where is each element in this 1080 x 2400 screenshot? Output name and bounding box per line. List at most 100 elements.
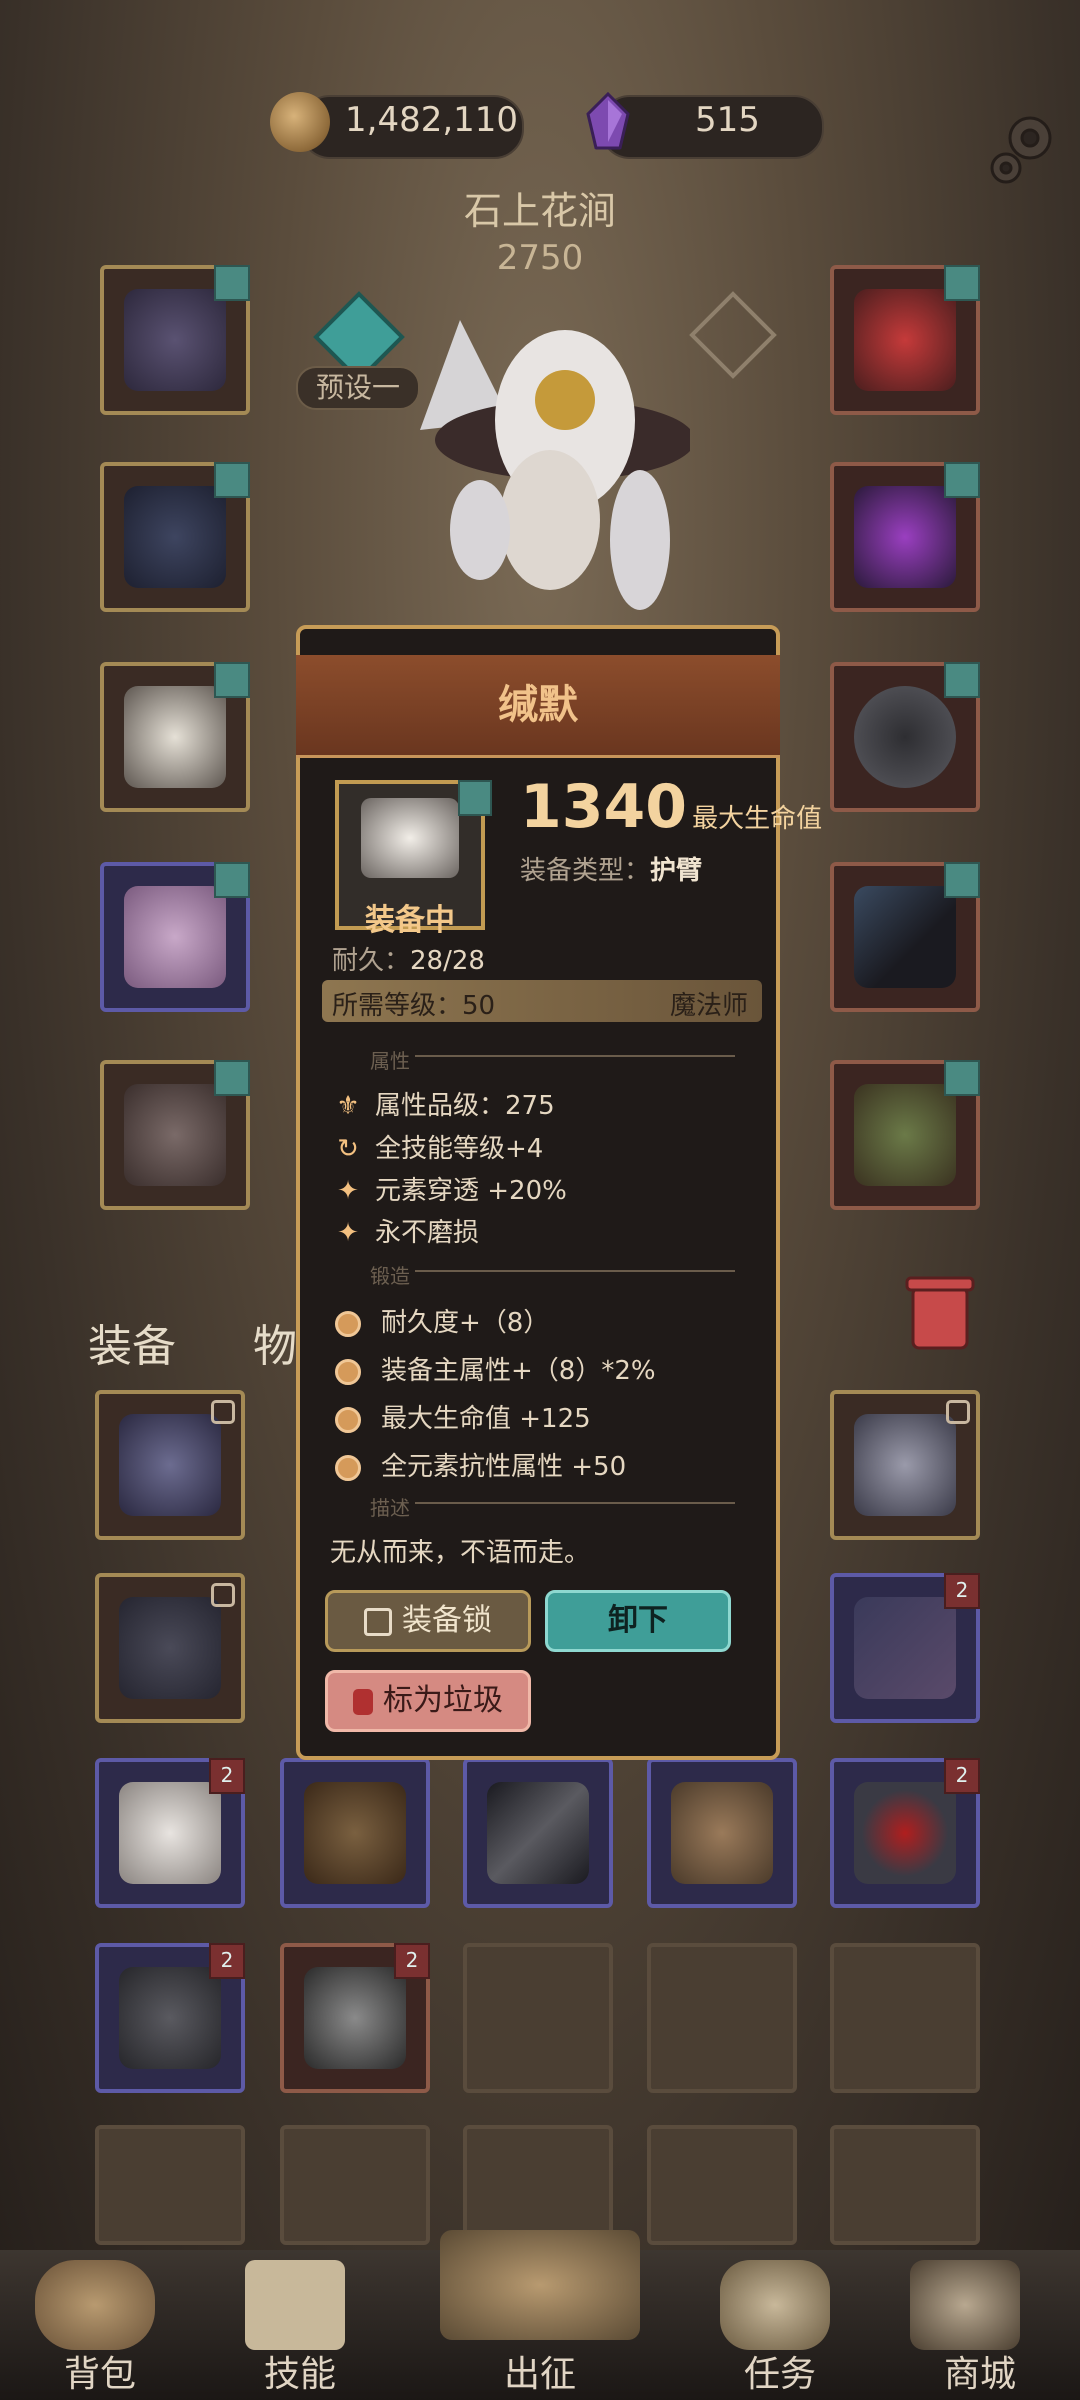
inventory-slot[interactable] — [95, 1390, 245, 1540]
equip-slot-ring[interactable] — [830, 662, 980, 812]
forge-bullet-icon — [335, 1310, 361, 1337]
equipment-type: 装备类型：护臂 — [520, 850, 702, 887]
required-level: 所需等级：50 — [332, 991, 496, 1021]
equip-slot-legs[interactable] — [100, 862, 250, 1012]
equip-slot-boots[interactable] — [100, 1060, 250, 1210]
durability: 耐久：28/28 — [332, 940, 485, 977]
rarity-tag — [944, 462, 980, 498]
quality-icon: ⚜ — [336, 1091, 360, 1121]
rarity-tag — [944, 662, 980, 698]
inventory-slot[interactable] — [830, 1390, 980, 1540]
section-divider: 描述 — [335, 1492, 755, 1520]
rarity-tag — [214, 662, 250, 698]
inventory-slot[interactable]: 2 — [830, 1758, 980, 1908]
rarity-tag — [214, 265, 250, 301]
equip-slot-bracer[interactable] — [830, 462, 980, 612]
attribute-row: ↻ 全技能等级+4 — [335, 1128, 543, 1165]
forge-row: 最大生命值 +125 — [335, 1398, 591, 1435]
gem-icon — [586, 92, 630, 150]
settings-gear-icon[interactable] — [978, 108, 1062, 192]
equip-slot-chest[interactable] — [100, 462, 250, 612]
unequip-button[interactable]: 卸下 — [545, 1590, 731, 1652]
equip-slot-head[interactable] — [100, 265, 250, 415]
inventory-slot[interactable]: 2 — [830, 1573, 980, 1723]
inventory-slot-empty[interactable] — [463, 2125, 613, 2245]
equip-slot-weapon[interactable] — [830, 862, 980, 1012]
inventory-slot-empty[interactable] — [830, 2125, 980, 2245]
forge-bullet-icon — [335, 1406, 361, 1433]
equipped-label: 装备中 — [365, 903, 455, 938]
forge-bullet-icon — [335, 1358, 361, 1385]
character-portrait — [420, 320, 690, 610]
item-description: 无从而来，不语而走。 — [330, 1538, 591, 1568]
section-attributes-label: 属性 — [370, 1049, 410, 1073]
rarity-tag — [214, 862, 250, 898]
durability-label: 耐久： — [332, 946, 411, 976]
lock-icon — [364, 1607, 392, 1636]
forge-row: 装备主属性+（8）*2% — [335, 1350, 656, 1387]
equip-slot-arm[interactable] — [100, 662, 250, 812]
rarity-tag — [944, 265, 980, 301]
forge-row: 耐久度+（8） — [335, 1302, 549, 1339]
rarity-tag — [944, 862, 980, 898]
section-forge-label: 锻造 — [370, 1264, 410, 1288]
attribute-row: ⚜ 属性品级：275 — [336, 1091, 555, 1121]
equip-slot-amulet[interactable] — [830, 265, 980, 415]
nav-skills[interactable]: 技能 — [230, 2345, 370, 2397]
sparkle-icon: ✦ — [337, 1218, 359, 1248]
inventory-slot-empty[interactable] — [463, 1943, 613, 2093]
inventory-slot[interactable] — [280, 1758, 430, 1908]
tab-equipment[interactable]: 装备 — [88, 1310, 176, 1374]
inventory-slot[interactable] — [463, 1758, 613, 1908]
section-desc-label: 描述 — [370, 1496, 410, 1520]
tier-tag: 2 — [394, 1943, 430, 1979]
nav-bag[interactable]: 背包 — [30, 2345, 170, 2397]
mark-as-junk-button[interactable]: 标为垃圾 — [325, 1670, 531, 1732]
inventory-slot-empty[interactable] — [95, 2125, 245, 2245]
rarity-tag — [944, 1060, 980, 1096]
rarity-tag — [214, 462, 250, 498]
inventory-slot[interactable]: 2 — [280, 1943, 430, 2093]
tier-tag: 2 — [209, 1943, 245, 1979]
skills-book-icon[interactable] — [245, 2260, 345, 2350]
shop-crown-icon[interactable] — [910, 2260, 1020, 2350]
attribute-row: ✦ 元素穿透 +20% — [335, 1170, 567, 1207]
durability-value: 28/28 — [410, 946, 485, 976]
lantern-icon — [353, 1688, 373, 1715]
inventory-slot[interactable] — [95, 1573, 245, 1723]
quest-scroll-icon[interactable] — [720, 2260, 830, 2350]
forge-row: 全元素抗性属性 +50 — [335, 1446, 626, 1483]
inventory-slot-empty[interactable] — [647, 1943, 797, 2093]
inventory-slot[interactable] — [647, 1758, 797, 1908]
lock-icon — [211, 1583, 235, 1607]
equipment-type-value: 护臂 — [650, 856, 703, 886]
nav-quests[interactable]: 任务 — [710, 2345, 850, 2397]
battle-sword-icon[interactable] — [440, 2230, 640, 2340]
gender-emblem-icon[interactable] — [688, 290, 778, 380]
main-stat-value: 1340 — [520, 772, 687, 842]
trash-icon[interactable] — [905, 1270, 975, 1352]
main-stat-label: 最大生命值 — [692, 804, 823, 834]
equipment-type-label: 装备类型： — [520, 856, 651, 886]
inventory-slot-empty[interactable] — [830, 1943, 980, 2093]
popup-title-bar: 缄默 — [296, 655, 780, 758]
equip-slot-book[interactable] — [830, 1060, 980, 1210]
attribute-row: ✦ 永不磨损 — [335, 1212, 479, 1249]
inventory-slot[interactable]: 2 — [95, 1943, 245, 2093]
required-class: 魔法师 — [670, 991, 749, 1021]
popup-title: 缄默 — [498, 682, 578, 728]
nav-shop[interactable]: 商城 — [910, 2345, 1050, 2397]
nav-battle[interactable]: 出征 — [470, 2345, 610, 2397]
character-power: 2750 — [496, 238, 584, 278]
rarity-tag — [214, 1060, 250, 1096]
gold-coin-icon — [270, 92, 330, 152]
main-stat: 1340 最大生命值 — [520, 772, 822, 842]
inventory-slot-empty[interactable] — [647, 2125, 797, 2245]
gem-amount: 515 — [695, 100, 760, 140]
inventory-slot-empty[interactable] — [280, 2125, 430, 2245]
backpack-icon[interactable] — [35, 2260, 155, 2350]
lock-icon — [946, 1400, 970, 1424]
equipment-lock-button[interactable]: 装备锁 — [325, 1590, 531, 1652]
lock-icon — [211, 1400, 235, 1424]
inventory-slot[interactable]: 2 — [95, 1758, 245, 1908]
